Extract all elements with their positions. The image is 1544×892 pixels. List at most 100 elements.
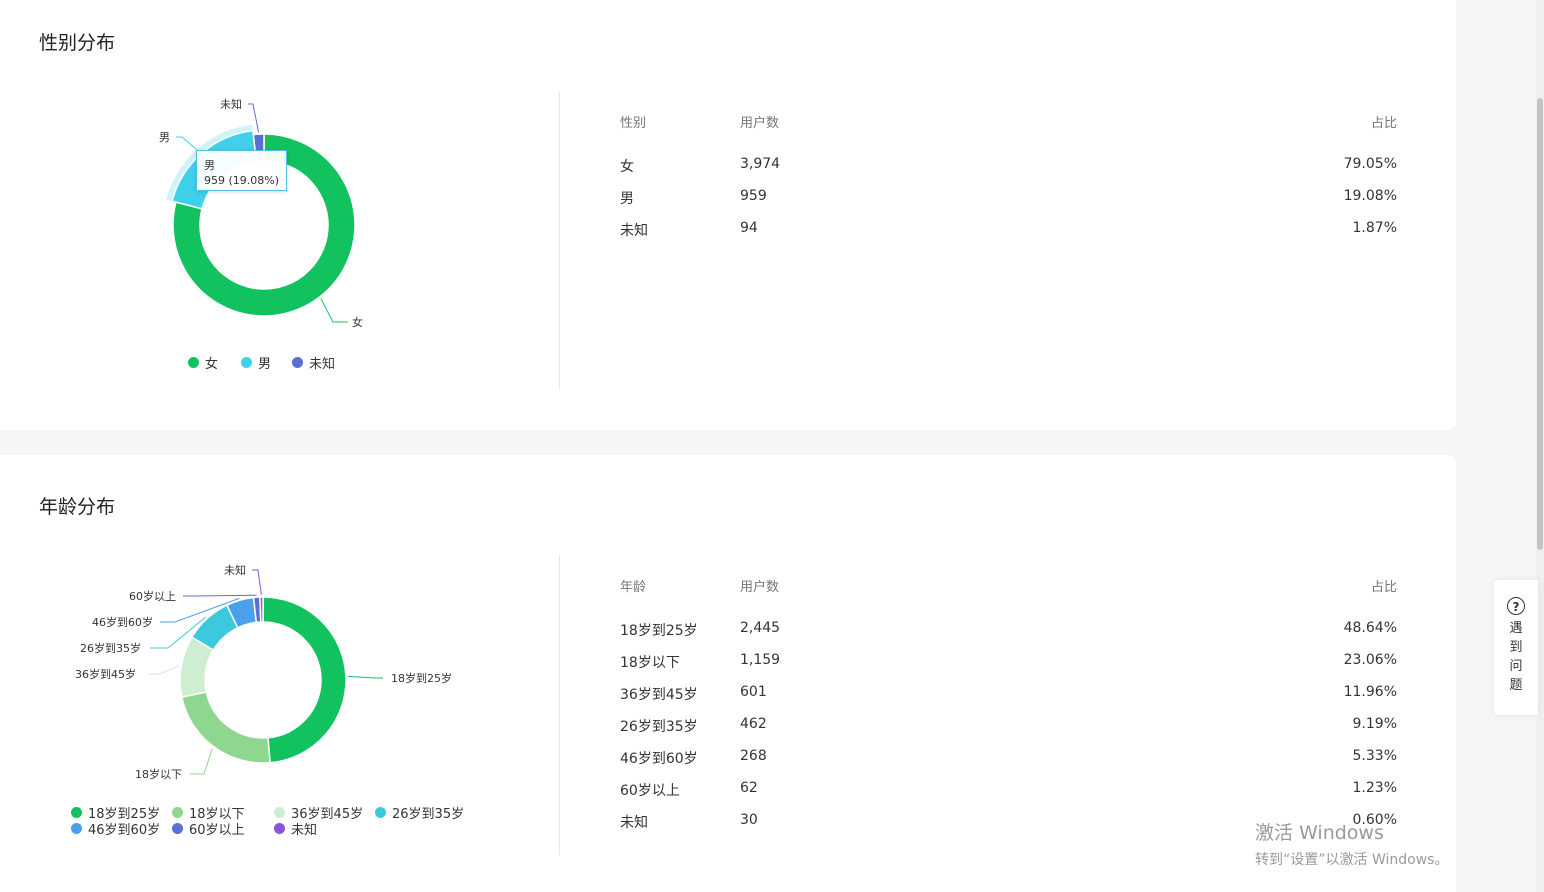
divider: [559, 92, 560, 390]
legend-label: 46岁到60岁: [88, 823, 161, 838]
watermark-line2: 转到“设置”以激活 Windows。: [1255, 852, 1449, 868]
column-header: 用户数: [740, 580, 780, 595]
legend-item[interactable]: 60岁以上: [172, 819, 245, 838]
legend-item[interactable]: 未知: [274, 819, 317, 838]
table-row: 18岁以下 1,159 23.06%: [620, 652, 1397, 672]
slice-label: 未知: [224, 563, 246, 577]
legend-item[interactable]: 女: [188, 353, 218, 372]
legend-item[interactable]: 未知: [292, 353, 335, 372]
question-circle-icon: ?: [1507, 597, 1525, 615]
table-row: 36岁到45岁 601 11.96%: [620, 684, 1397, 704]
slice-label-line: [252, 569, 262, 596]
legend-dot-icon: [292, 357, 303, 368]
watermark-line1: 激活 Windows: [1255, 822, 1384, 844]
slice-label: 未知: [220, 97, 242, 111]
table-cell: 18岁到25岁: [620, 623, 698, 639]
slice-label: 60岁以上: [129, 589, 176, 603]
help-label: 遇到问题: [1509, 621, 1523, 693]
legend-label: 未知: [309, 357, 336, 372]
legend-label: 未知: [291, 823, 318, 838]
table-cell: 1.87%: [1352, 220, 1397, 236]
slice-label: 18岁到25岁: [391, 671, 452, 685]
legend-dot-icon: [274, 823, 285, 834]
legend-item[interactable]: 26岁到35岁: [375, 803, 464, 822]
legend-dot-icon: [241, 357, 252, 368]
windows-activation-watermark: 激活 Windows 转到“设置”以激活 Windows。: [1255, 818, 1448, 869]
help-widget[interactable]: ? 遇到问题: [1494, 580, 1538, 715]
table-row: 男 959 19.08%: [620, 188, 1397, 208]
slice-label: 男: [159, 131, 170, 144]
slice-label-line: [190, 748, 213, 775]
donut-slice[interactable]: [259, 596, 264, 623]
donut-slice[interactable]: [180, 691, 271, 764]
table-cell: 未知: [620, 815, 648, 831]
table-cell: 601: [740, 684, 767, 700]
gender-donut-chart[interactable]: 女男未知: [0, 0, 560, 430]
gender-distribution-card: 性别分布 女男未知 男 959 (19.08%) 女男未知 性别 用户数 占比女 3,…: [0, 0, 1456, 430]
table-header: 年龄 用户数 占比: [620, 576, 1397, 596]
table-cell: 未知: [620, 223, 648, 239]
legend-dot-icon: [274, 807, 285, 818]
table-cell: 268: [740, 748, 767, 764]
table-cell: 48.64%: [1343, 620, 1397, 636]
table-cell: 19.08%: [1343, 188, 1397, 204]
legend-dot-icon: [172, 807, 183, 818]
table-cell: 男: [620, 191, 634, 207]
slice-label: 女: [352, 315, 363, 329]
table-row: 女 3,974 79.05%: [620, 156, 1397, 176]
slice-label: 36岁到45岁: [75, 667, 136, 681]
table-cell: 3,974: [740, 156, 781, 172]
donut-slice[interactable]: [262, 596, 347, 764]
legend-dot-icon: [71, 807, 82, 818]
table-cell: 9.19%: [1352, 716, 1397, 732]
table-cell: 18岁以下: [620, 655, 680, 671]
table-cell: 女: [620, 159, 634, 175]
table-cell: 23.06%: [1343, 652, 1397, 668]
table-cell: 1,159: [740, 652, 781, 668]
slice-label-line: [320, 298, 348, 323]
table-cell: 2,445: [740, 620, 781, 636]
slice-label-line: [148, 665, 180, 675]
scrollbar-thumb[interactable]: [1537, 98, 1543, 550]
legend-dot-icon: [71, 823, 82, 834]
legend-item[interactable]: 男: [241, 353, 271, 372]
table-cell: 959: [740, 188, 767, 204]
column-header: 占比: [1370, 580, 1397, 595]
table-cell: 1.23%: [1352, 780, 1397, 796]
table-cell: 11.96%: [1343, 684, 1397, 700]
table-cell: 26岁到35岁: [620, 719, 698, 735]
table-row: 60岁以上 62 1.23%: [620, 780, 1397, 800]
tooltip-value: 959 (19.08%): [204, 174, 280, 187]
divider: [559, 555, 560, 855]
slice-label-line: [183, 594, 257, 597]
table-cell: 36岁到45岁: [620, 687, 698, 703]
table-cell: 94: [740, 220, 758, 236]
column-header: 用户数: [740, 116, 780, 131]
table-cell: 462: [740, 716, 767, 732]
age-distribution-card: 年龄分布 18岁到25岁 18岁以下 36岁到45岁 26岁到35岁 46岁到60岁 60…: [0, 455, 1456, 892]
slice-label: 18岁以下: [135, 767, 182, 781]
table-cell: 46岁到60岁: [620, 751, 698, 767]
table-cell: 62: [740, 780, 758, 796]
legend-dot-icon: [375, 807, 386, 818]
table-cell: 79.05%: [1343, 156, 1397, 172]
legend-item[interactable]: 46岁到60岁: [71, 819, 160, 838]
legend-dot-icon: [188, 357, 199, 368]
legend-dot-icon: [172, 823, 183, 834]
legend-label: 男: [258, 357, 272, 372]
legend-label: 女: [205, 357, 219, 372]
table-row: 46岁到60岁 268 5.33%: [620, 748, 1397, 768]
column-header: 占比: [1370, 116, 1397, 131]
slice-label: 46岁到60岁: [92, 615, 153, 629]
table-row: 未知 94 1.87%: [620, 220, 1397, 240]
slice-label-line: [347, 675, 383, 679]
table-row: 26岁到35岁 462 9.19%: [620, 716, 1397, 736]
table-cell: 60岁以上: [620, 783, 680, 799]
column-header: 年龄: [620, 580, 647, 595]
legend-label: 60岁以上: [189, 823, 245, 838]
tooltip-series-name: 男: [204, 159, 215, 172]
table-cell: 30: [740, 812, 758, 828]
slice-label: 26岁到35岁: [80, 641, 141, 655]
chart-tooltip: 男 959 (19.08%): [196, 150, 287, 191]
legend-label: 26岁到35岁: [392, 807, 465, 822]
